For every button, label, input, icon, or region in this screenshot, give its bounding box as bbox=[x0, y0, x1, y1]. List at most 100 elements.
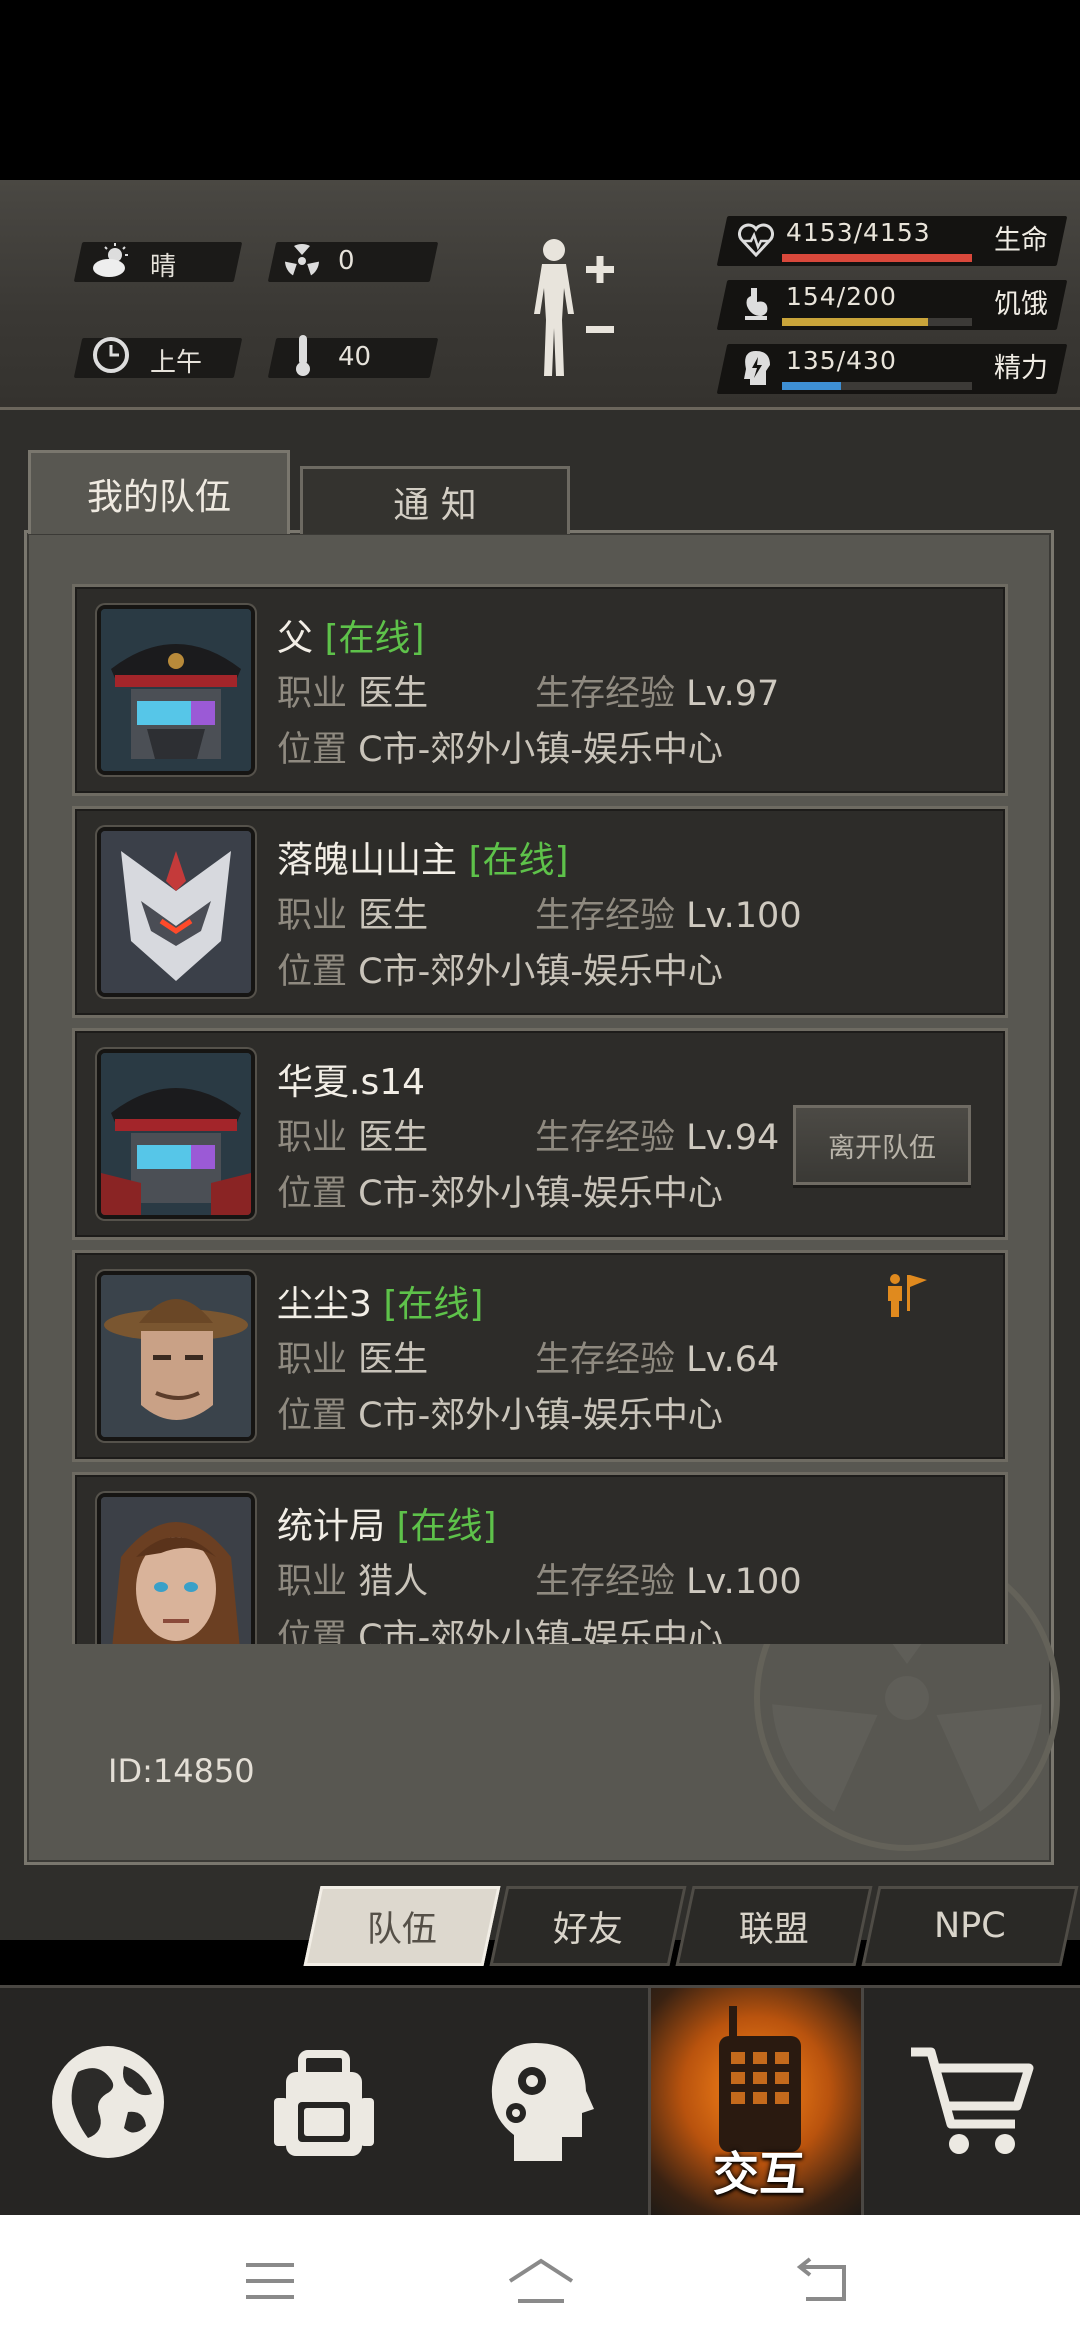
tab-my-team[interactable]: 我的队伍 bbox=[28, 450, 290, 534]
body-figure-icon bbox=[534, 239, 614, 376]
nav-skills-button[interactable] bbox=[432, 1988, 648, 2215]
member-name: 华夏.s14 bbox=[277, 1062, 426, 1103]
pos-label: 位置 bbox=[277, 1618, 348, 1644]
member-name: 落魄山山主 bbox=[277, 840, 458, 881]
walkie-talkie-icon bbox=[719, 2006, 801, 2152]
exp-label: 生存经验 bbox=[535, 1562, 676, 1602]
leave-team-button[interactable]: 离开队伍 bbox=[793, 1105, 971, 1185]
online-status: [在线] bbox=[396, 1506, 497, 1547]
subtab-alliance[interactable]: 联盟 bbox=[675, 1886, 873, 1966]
member-location: C市-郊外小镇-娱乐中心 bbox=[358, 730, 723, 770]
member-avatar bbox=[97, 1271, 255, 1441]
team-member-card[interactable]: 统计局 [在线] 职业 猎人 生存经验 Lv.100 位置 C市-郊外小镇-娱乐… bbox=[72, 1472, 1008, 1644]
back-arrow-icon bbox=[796, 2257, 846, 2301]
menu-lines-icon bbox=[246, 2263, 294, 2299]
member-location: C市-郊外小镇-娱乐中心 bbox=[358, 1396, 723, 1436]
job-label: 职业 bbox=[277, 896, 348, 936]
team-member-card[interactable]: 父 [在线] 职业 医生 生存经验 Lv.97 位置 C市-郊外小镇-娱乐中心 bbox=[72, 584, 1008, 796]
back-button[interactable] bbox=[792, 2257, 856, 2305]
member-level: Lv.64 bbox=[686, 1340, 780, 1380]
weather-sun-cloud-icon bbox=[88, 238, 134, 284]
hp-value: 4153/4153 bbox=[786, 218, 931, 247]
job-label: 职业 bbox=[277, 674, 348, 714]
menu-button[interactable] bbox=[240, 2259, 300, 2303]
subtab-npc[interactable]: NPC bbox=[861, 1886, 1079, 1966]
energy-bar bbox=[782, 382, 841, 390]
energy-value: 135/430 bbox=[786, 346, 897, 375]
nav-interact-button[interactable]: 交互 bbox=[648, 1988, 864, 2215]
team-member-card[interactable]: 落魄山山主 [在线] 职业 医生 生存经验 Lv.100 位置 C市-郊外小镇-… bbox=[72, 806, 1008, 1018]
member-avatar bbox=[97, 827, 255, 997]
head-gears-icon bbox=[491, 2042, 594, 2161]
member-level: Lv.100 bbox=[686, 1562, 802, 1602]
member-location: C市-郊外小镇-娱乐中心 bbox=[358, 952, 723, 992]
nav-backpack-button[interactable] bbox=[216, 1988, 432, 2215]
member-job: 医生 bbox=[358, 674, 429, 714]
member-level: Lv.100 bbox=[686, 896, 802, 936]
hp-label: 生命 bbox=[994, 225, 1048, 256]
job-label: 职业 bbox=[277, 1118, 348, 1158]
member-name: 父 bbox=[277, 618, 314, 659]
energy-label: 精力 bbox=[994, 353, 1048, 384]
body-status-button[interactable] bbox=[520, 236, 630, 386]
job-label: 职业 bbox=[277, 1340, 348, 1380]
time-text: 上午 bbox=[150, 348, 203, 378]
nav-interact-label: 交互 bbox=[713, 2147, 805, 2201]
pos-label: 位置 bbox=[277, 730, 348, 770]
radiation-value: 0 bbox=[338, 246, 355, 276]
member-avatar bbox=[97, 1493, 255, 1644]
online-status: [在线] bbox=[468, 840, 569, 881]
stomach-icon bbox=[734, 282, 778, 326]
home-icon bbox=[508, 2258, 574, 2303]
backpack-icon bbox=[274, 2049, 374, 2156]
home-button[interactable] bbox=[504, 2255, 578, 2307]
shopping-cart-icon bbox=[911, 2047, 1034, 2154]
temperature-value: 40 bbox=[338, 342, 372, 372]
hp-bar bbox=[782, 254, 972, 262]
hunger-label: 饥饿 bbox=[994, 289, 1048, 320]
team-member-card[interactable]: 华夏.s14 职业 医生 生存经验 Lv.94 位置 C市-郊外小镇-娱乐中心 … bbox=[72, 1028, 1008, 1240]
vital-stats: 4153/4153 生命 154/200 饥饿 135/430 精力 bbox=[716, 210, 1068, 400]
member-job: 猎人 bbox=[358, 1562, 429, 1602]
member-job: 医生 bbox=[358, 1118, 429, 1158]
exp-label: 生存经验 bbox=[535, 1118, 676, 1158]
online-status: [在线] bbox=[383, 1284, 484, 1325]
bottom-nav: 交互 bbox=[0, 1985, 1080, 2215]
energy-head-icon bbox=[734, 346, 778, 390]
hunger-bar bbox=[782, 318, 929, 326]
pos-label: 位置 bbox=[277, 1396, 348, 1436]
member-location: C市-郊外小镇-娱乐中心 bbox=[358, 1618, 723, 1644]
team-member-list[interactable]: 父 [在线] 职业 医生 生存经验 Lv.97 位置 C市-郊外小镇-娱乐中心 … bbox=[72, 584, 1008, 1644]
subtab-team[interactable]: 队伍 bbox=[303, 1886, 501, 1966]
globe-icon bbox=[52, 2045, 164, 2158]
member-name: 尘尘3 bbox=[277, 1284, 372, 1325]
online-status: [在线] bbox=[324, 618, 425, 659]
nav-world-map-button[interactable] bbox=[0, 1988, 216, 2215]
pos-label: 位置 bbox=[277, 952, 348, 992]
exp-label: 生存经验 bbox=[535, 896, 676, 936]
nav-shop-button[interactable] bbox=[864, 1988, 1080, 2215]
member-job: 医生 bbox=[358, 896, 429, 936]
job-label: 职业 bbox=[277, 1562, 348, 1602]
exp-label: 生存经验 bbox=[535, 1340, 676, 1380]
team-leader-flag-icon bbox=[883, 1269, 933, 1319]
team-id: ID:14850 bbox=[108, 1752, 255, 1790]
clock-icon bbox=[88, 332, 134, 378]
member-level: Lv.97 bbox=[686, 674, 780, 714]
tab-notice[interactable]: 通 知 bbox=[300, 466, 570, 534]
system-nav-bar bbox=[0, 2215, 1080, 2340]
pos-label: 位置 bbox=[277, 1174, 348, 1214]
hunger-value: 154/200 bbox=[786, 282, 897, 311]
exp-label: 生存经验 bbox=[535, 674, 676, 714]
member-location: C市-郊外小镇-娱乐中心 bbox=[358, 1174, 723, 1214]
heart-icon bbox=[734, 218, 778, 262]
member-name: 统计局 bbox=[277, 1506, 386, 1547]
status-header: 晴 0 上午 40 4153/4153 生命 154/200 饥饿 135/43… bbox=[0, 180, 1080, 410]
subtab-friends[interactable]: 好友 bbox=[489, 1886, 687, 1966]
member-avatar bbox=[97, 1049, 255, 1219]
team-member-card[interactable]: 尘尘3 [在线] 职业 医生 生存经验 Lv.64 位置 C市-郊外小镇-娱乐中… bbox=[72, 1250, 1008, 1462]
radiation-icon bbox=[280, 238, 324, 284]
member-level: Lv.94 bbox=[686, 1118, 780, 1158]
weather-text: 晴 bbox=[150, 252, 177, 282]
thermometer-icon bbox=[288, 330, 318, 380]
